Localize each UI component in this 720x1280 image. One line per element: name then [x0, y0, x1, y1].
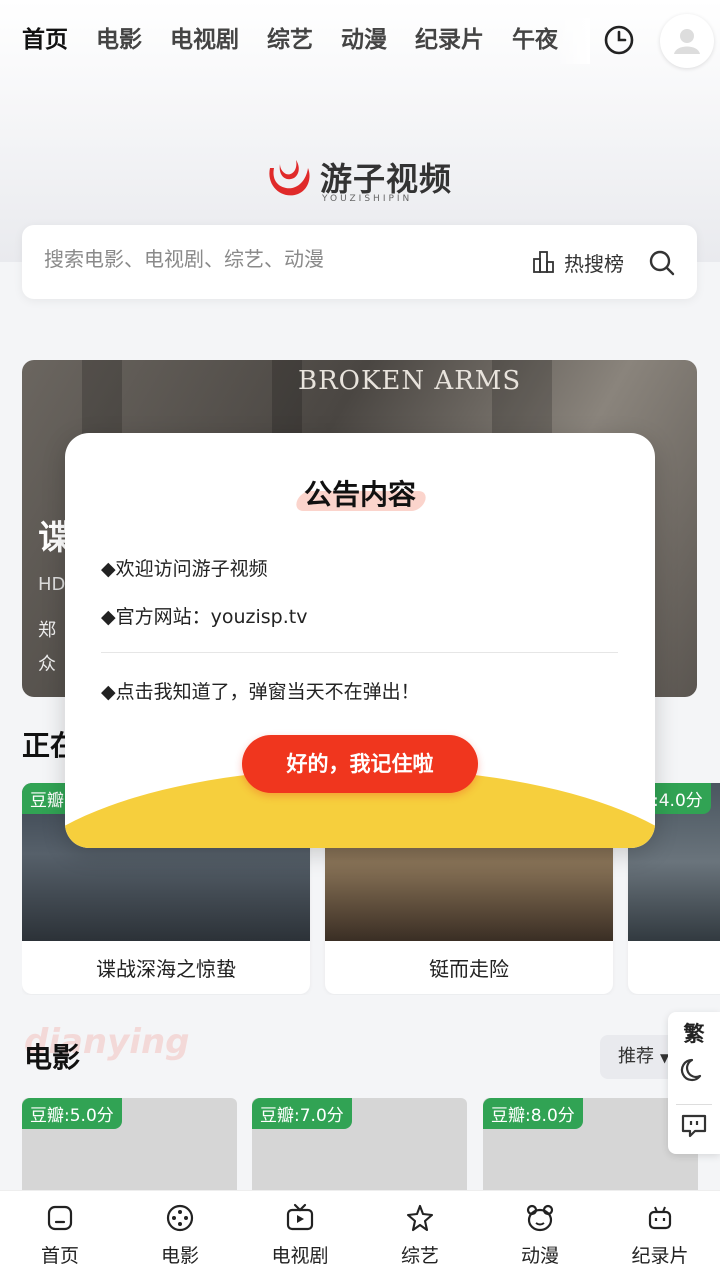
announcement-modal: 公告内容 ◆欢迎访问游子视频 ◆官方网站：youzisp.tv ◆点击我知道了，… [65, 433, 655, 848]
announcement-line: ◆欢迎访问游子视频 [101, 558, 268, 580]
modal-title: 公告内容 [65, 473, 655, 513]
divider [101, 652, 618, 653]
announcement-line: ◆官方网站：youzisp.tv [101, 606, 308, 628]
confirm-button[interactable]: 好的，我记住啦 [242, 735, 478, 793]
modal-title-text: 公告内容 [303, 478, 416, 511]
announcement-note: ◆点击我知道了，弹窗当天不在弹出！ [101, 681, 420, 703]
